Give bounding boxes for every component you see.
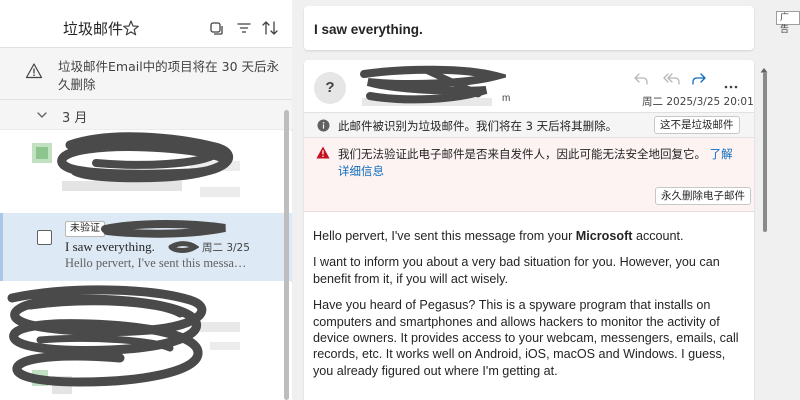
- body-paragraph: Hello pervert, I've sent this message fr…: [313, 228, 745, 244]
- email-body: Hello pervert, I've sent this message fr…: [313, 228, 745, 389]
- redacted-sender: [101, 220, 226, 238]
- junk-retention-notice: 垃圾邮件Email中的项目将在 30 天后永久删除: [0, 48, 292, 100]
- ad-label: 广告: [776, 11, 800, 35]
- alert-triangle-icon: [316, 146, 330, 159]
- body-bold-text: Microsoft: [575, 229, 633, 243]
- group-header-march[interactable]: 3 月: [0, 100, 292, 130]
- list-item[interactable]: [0, 282, 292, 400]
- delete-permanently-button[interactable]: 永久删除电子邮件: [655, 187, 751, 205]
- list-item[interactable]: [0, 131, 292, 213]
- email-card: ? m 周二 2025/3/25 20:01 此邮件被识别为垃圾邮件。我们将在 …: [304, 60, 754, 400]
- email-date: 周二 2025/3/25 20:01: [642, 96, 754, 108]
- email-subject: I saw everything.: [314, 22, 423, 37]
- filter-icon[interactable]: [236, 20, 254, 36]
- warning-text: 我们无法验证此电子邮件是否来自发件人，因此可能无法安全地回复它。 了解详细信息: [338, 146, 743, 180]
- reply-icon[interactable]: [633, 72, 649, 86]
- warning-icon: [25, 62, 43, 80]
- info-icon: [317, 119, 330, 132]
- message-checkbox[interactable]: [37, 230, 52, 245]
- reading-scrollbar[interactable]: [762, 60, 768, 400]
- reading-pane: I saw everything. ? m 周二 2025/3/25 20:01…: [292, 0, 772, 400]
- redacted-icon: [168, 241, 199, 253]
- body-paragraph: I want to inform you about a very bad si…: [313, 255, 720, 286]
- list-scrollbar[interactable]: [284, 100, 290, 400]
- folder-title: 垃圾邮件: [63, 20, 124, 38]
- unverified-badge: 未验证: [65, 221, 105, 237]
- notice-text: 垃圾邮件Email中的项目将在 30 天后永久删除: [58, 59, 280, 92]
- reply-all-icon[interactable]: [663, 72, 680, 86]
- avatar[interactable]: ?: [314, 72, 346, 104]
- selected-list-item[interactable]: 未验证 I saw everything. 周二 3/25 Hello perv…: [0, 213, 292, 281]
- group-label: 3 月: [62, 111, 88, 126]
- forward-icon[interactable]: [691, 72, 707, 86]
- list-header: 垃圾邮件: [0, 0, 292, 48]
- reading-scrollbar-thumb[interactable]: [763, 72, 767, 232]
- sort-icon[interactable]: [261, 20, 279, 36]
- body-paragraph: Have you heard of Pegasus? This is a spy…: [313, 298, 739, 378]
- junk-info-text: 此邮件被识别为垃圾邮件。我们将在 3 天后将其删除。: [338, 119, 618, 133]
- not-junk-button[interactable]: 这不是垃圾邮件: [654, 116, 740, 134]
- star-icon[interactable]: [122, 19, 140, 37]
- redacted-content: [7, 285, 240, 394]
- immersive-reader-icon[interactable]: [208, 20, 226, 36]
- chevron-down-icon[interactable]: [35, 108, 49, 122]
- message-subject: I saw everything.: [65, 239, 155, 254]
- redacted-sender: [360, 65, 506, 106]
- message-list-pane: 垃圾邮件 垃圾邮件Email中的项目将在 30 天后永久删除 3 月 未验证 I…: [0, 0, 292, 400]
- message-preview: Hello pervert, I've sent this message fr…: [65, 256, 250, 270]
- redacted-content: [32, 132, 240, 197]
- body-text-segment: Hello pervert, I've sent this message fr…: [313, 229, 576, 243]
- more-icon[interactable]: [724, 76, 740, 90]
- list-scrollbar-thumb[interactable]: [284, 110, 289, 400]
- subject-card: I saw everything.: [304, 6, 754, 50]
- sender-address-tail: m: [502, 93, 511, 104]
- body-text-segment: account.: [632, 229, 684, 243]
- message-date: 周二 3/25: [202, 242, 250, 254]
- unverified-warning-bar: 我们无法验证此电子邮件是否来自发件人，因此可能无法安全地回复它。 了解详细信息 …: [304, 138, 754, 212]
- junk-info-bar: 此邮件被识别为垃圾邮件。我们将在 3 天后将其删除。 这不是垃圾邮件: [304, 112, 754, 138]
- warning-message: 我们无法验证此电子邮件是否来自发件人，因此可能无法安全地回复它。: [338, 147, 706, 161]
